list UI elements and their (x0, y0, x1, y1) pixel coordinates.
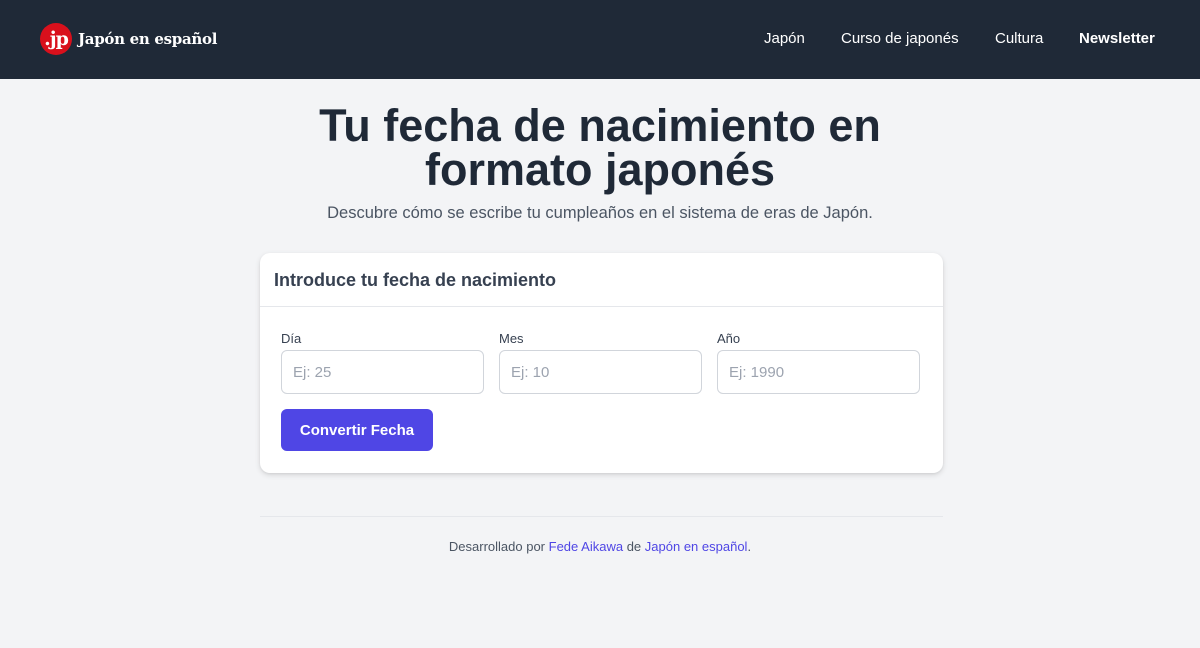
nav-link-cultura[interactable]: Cultura (995, 29, 1043, 49)
page-subtitle: Descubre cómo se escribe tu cumpleaños e… (327, 204, 873, 222)
footer-divider (260, 516, 943, 517)
nav-link-curso-de-japones[interactable]: Curso de japonés (841, 29, 959, 49)
footer-credit: Desarrollado por Fede Aikawa de Japón en… (0, 539, 1200, 555)
convert-date-button[interactable]: Convertir Fecha (281, 409, 433, 451)
nav-link-japon[interactable]: Japón (764, 29, 805, 49)
card-title: Introduce tu fecha de nacimiento (274, 270, 557, 290)
year-input[interactable] (717, 350, 920, 394)
footer-connector: de (626, 539, 642, 554)
footer-prefix: Desarrollado por (448, 539, 546, 554)
logo-badge: .jp (40, 23, 72, 55)
day-input[interactable] (281, 350, 484, 394)
page-title-line-2: formato japonés (424, 144, 776, 195)
nav-link-newsletter[interactable]: Newsletter (1079, 29, 1155, 49)
footer-site-link[interactable]: Japón en español (645, 539, 748, 554)
day-label: Día (281, 331, 302, 346)
page-title: Tu fecha de nacimiento en formato japoné… (0, 103, 1200, 195)
site-logo-link[interactable]: .jp Japón en español (40, 22, 217, 56)
month-label: Mes (499, 331, 524, 346)
birthdate-form-card: Introduce tu fecha de nacimiento Día Mes… (260, 253, 943, 473)
card-header: Introduce tu fecha de nacimiento (260, 253, 943, 307)
year-label: Año (717, 331, 741, 346)
footer-author-link[interactable]: Fede Aikawa (549, 539, 623, 554)
top-navbar: .jp Japón en español Japón Curso de japo… (0, 0, 1200, 79)
month-input[interactable] (499, 350, 702, 394)
footer-suffix: . (747, 539, 752, 554)
logo-text: Japón en español (78, 30, 218, 48)
